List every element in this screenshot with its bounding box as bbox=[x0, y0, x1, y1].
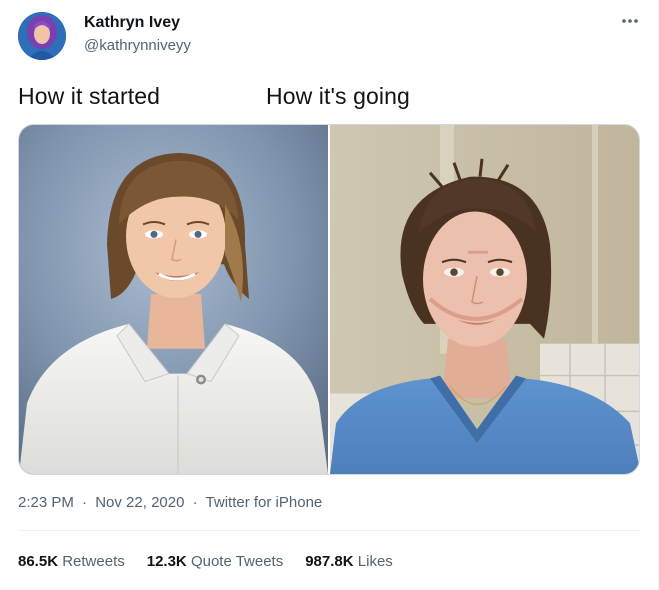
likes-label: Likes bbox=[357, 553, 393, 570]
caption-right: How it's going bbox=[266, 83, 410, 109]
tweet: Kathryn Ivey @kathrynniveyy How it start… bbox=[0, 0, 659, 590]
likes-count: 987.8K bbox=[305, 553, 354, 570]
meta-separator: · bbox=[82, 494, 88, 511]
tweet-time[interactable]: 2:23 PM bbox=[18, 494, 74, 511]
tweet-meta: 2:23 PM · Nov 22, 2020 · Twitter for iPh… bbox=[18, 494, 322, 511]
photo-left[interactable] bbox=[19, 125, 328, 474]
retweets-count: 86.5K bbox=[18, 553, 59, 570]
engagement-stats: 86.5K Retweets 12.3K Quote Tweets 987.8K… bbox=[18, 553, 393, 570]
likes-stat[interactable]: 987.8K Likes bbox=[305, 553, 393, 570]
tweet-media[interactable] bbox=[18, 124, 640, 475]
photo-right[interactable] bbox=[330, 125, 640, 474]
quote-tweets-count: 12.3K bbox=[146, 553, 187, 570]
avatar[interactable] bbox=[18, 12, 66, 60]
tweet-source[interactable]: Twitter for iPhone bbox=[206, 494, 323, 511]
divider bbox=[18, 530, 640, 531]
quote-tweets-label: Quote Tweets bbox=[190, 553, 284, 570]
more-icon[interactable] bbox=[619, 10, 641, 32]
avatar-image bbox=[18, 12, 66, 60]
retweets-label: Retweets bbox=[62, 553, 125, 570]
caption-left: How it started bbox=[18, 83, 161, 109]
meta-separator: · bbox=[192, 494, 198, 511]
quote-tweets-stat[interactable]: 12.3K Quote Tweets bbox=[147, 553, 283, 570]
author-name[interactable]: Kathryn Ivey bbox=[84, 14, 180, 32]
retweets-stat[interactable]: 86.5K Retweets bbox=[18, 553, 125, 570]
author-handle[interactable]: @kathrynniveyy bbox=[84, 37, 191, 54]
tweet-date[interactable]: Nov 22, 2020 bbox=[95, 494, 184, 511]
